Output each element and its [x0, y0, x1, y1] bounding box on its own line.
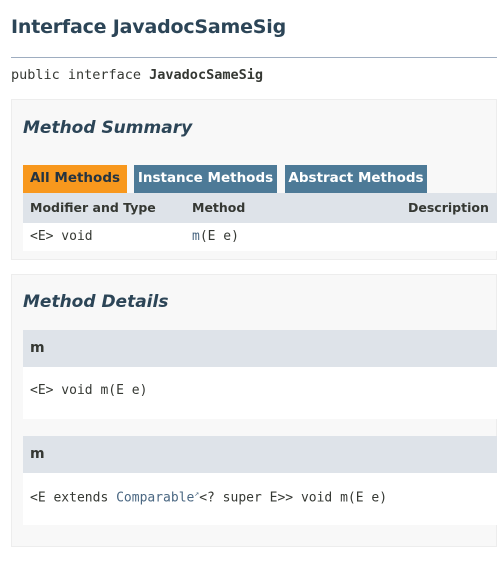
title-divider: [11, 57, 497, 58]
row-modifier-type: <E> void: [30, 229, 93, 244]
method-detail-2: m <E extends Comparable↗<? super E>> voi…: [23, 436, 497, 525]
signature-text-pre: <E extends: [30, 490, 117, 506]
method-summary-section: Method Summary All Methods Instance Meth…: [11, 99, 497, 260]
comparable-link[interactable]: Comparable: [116, 490, 194, 505]
method-detail-signature: <E extends Comparable↗<? super E>> void …: [30, 489, 387, 505]
method-detail-1: m <E> void m(E e): [23, 330, 497, 419]
column-header-method: Method: [192, 200, 246, 215]
tab-all-methods[interactable]: All Methods: [23, 165, 127, 193]
tab-abstract-methods[interactable]: Abstract Methods: [285, 165, 427, 193]
column-header-modifier: Modifier and Type: [30, 200, 156, 215]
method-details-heading: Method Details: [23, 292, 169, 312]
signature-text-post: <? super E>> void m(E e): [199, 490, 388, 506]
method-params: (E e): [199, 229, 239, 244]
table-header-row: Modifier and Type Method Description: [23, 193, 497, 223]
method-detail-name: m: [23, 436, 497, 473]
row-method: m(E e): [192, 223, 239, 251]
method-detail-signature: <E> void m(E e): [30, 383, 147, 398]
method-summary-heading: Method Summary: [23, 118, 193, 138]
column-header-description: Description: [408, 200, 489, 215]
signature-prefix: public interface: [11, 67, 150, 83]
tab-instance-methods[interactable]: Instance Methods: [134, 165, 277, 193]
signature-text: <E> void m(E e): [30, 383, 148, 398]
page-title: Interface JavadocSameSig: [11, 16, 286, 38]
method-detail-name: m: [23, 330, 497, 367]
signature-name: JavadocSameSig: [149, 67, 263, 83]
method-details-section: Method Details m <E> void m(E e) m <E ex…: [11, 274, 497, 547]
interface-signature: public interface JavadocSameSig: [11, 67, 263, 83]
method-summary-table: Modifier and Type Method Description <E>…: [23, 193, 497, 251]
method-link-m[interactable]: m: [192, 229, 200, 244]
